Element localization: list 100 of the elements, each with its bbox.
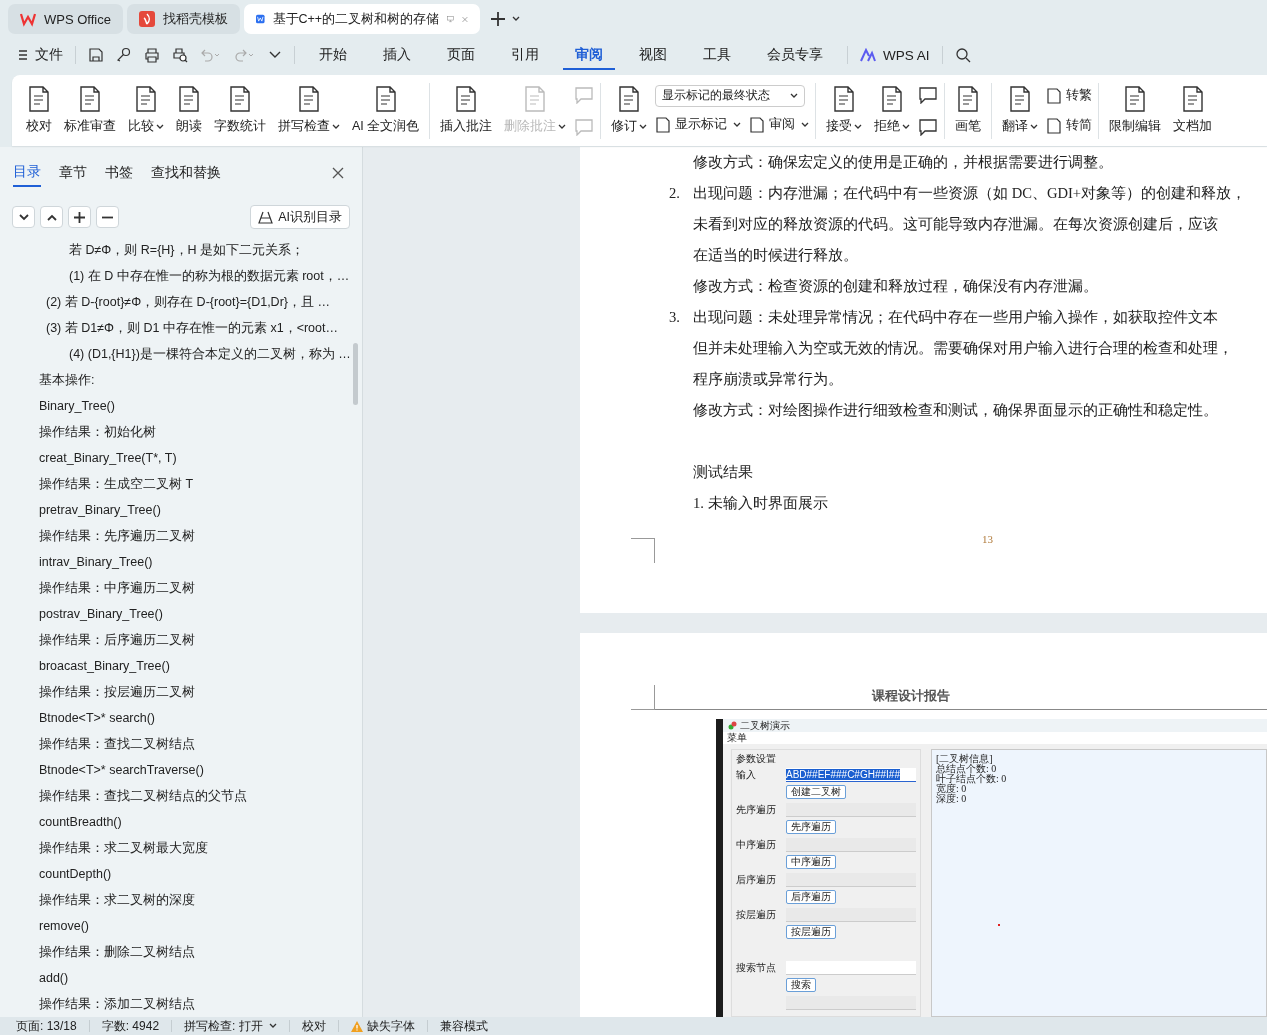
toc-item[interactable]: countDepth() xyxy=(0,861,362,887)
ribbon-button[interactable]: 标准审查 xyxy=(60,83,120,138)
ribbon-tab[interactable]: 视图 xyxy=(627,40,679,70)
expand-button[interactable] xyxy=(12,206,35,228)
search-button[interactable]: 搜索 xyxy=(786,978,816,993)
toc-item[interactable]: remove() xyxy=(0,913,362,939)
ribbon-button[interactable]: 拒绝 xyxy=(870,83,915,138)
ribbon-tab[interactable]: 引用 xyxy=(499,40,551,70)
page-icon xyxy=(832,86,857,112)
toc-item[interactable]: 操作结果：添加二叉树结点 xyxy=(0,991,362,1017)
info-text: 深度: 0 xyxy=(936,794,968,804)
print-icon[interactable] xyxy=(144,47,160,63)
ai-button[interactable]: WPS AI xyxy=(860,47,930,63)
toc-item[interactable]: 若 D≠Φ，则 R={H}，H 是如下二元关系； xyxy=(0,237,362,263)
ribbon-tab[interactable]: 工具 xyxy=(691,40,743,70)
ribbon-button[interactable]: 转繁 xyxy=(1046,83,1093,108)
traverse-button[interactable]: 按层遍历 xyxy=(786,925,836,940)
ribbon-button[interactable]: AI 全文润色 xyxy=(348,83,424,138)
info-text: 宽度: 0 xyxy=(936,784,967,794)
collapse-button[interactable] xyxy=(40,206,63,228)
ribbon-tab[interactable]: 开始 xyxy=(307,40,359,70)
toc-item[interactable]: 操作结果：后序遍历二叉树 xyxy=(0,627,362,653)
proofread-button[interactable]: 校对 xyxy=(301,1017,326,1035)
sidebar-tab[interactable]: 书签 xyxy=(105,160,133,186)
search-icon[interactable] xyxy=(954,47,971,63)
ribbon-button[interactable]: 接受 xyxy=(822,83,867,138)
ribbon-tab[interactable]: 审阅 xyxy=(563,40,615,70)
document-tab[interactable]: WPS Office xyxy=(8,4,123,34)
ribbon-button[interactable]: 文档加 xyxy=(1169,83,1217,138)
markup-dropdown[interactable]: 显示标记的最终状态 xyxy=(655,84,806,107)
input-field[interactable]: ABD##EF###C#GH##I## xyxy=(786,767,916,782)
toc-item[interactable]: Btnode<T>* search() xyxy=(0,705,362,731)
toc-item[interactable]: 操作结果：求二叉树的深度 xyxy=(0,887,362,913)
toc-item[interactable]: creat_Binary_Tree(T*, T) xyxy=(0,445,362,471)
key-icon[interactable] xyxy=(116,47,132,63)
sidebar-tab[interactable]: 查找和替换 xyxy=(151,160,221,186)
ribbon-button[interactable]: 修订 xyxy=(607,83,652,138)
ribbon-button[interactable]: 审阅 xyxy=(749,112,810,137)
ribbon-button[interactable]: 朗读 xyxy=(172,83,206,138)
toc-item[interactable]: 基本操作: xyxy=(0,367,362,393)
ribbon-tab[interactable]: 页面 xyxy=(435,40,487,70)
toc-item[interactable]: (4) (D1,{H1})是一棵符合本定义的二叉树，称为 … xyxy=(0,341,362,367)
sidebar-tab[interactable]: 章节 xyxy=(59,160,87,186)
body-text: 测试结果 xyxy=(693,463,754,482)
ai-toc-button[interactable]: AI识别目录 xyxy=(250,205,350,229)
toc-item[interactable]: 操作结果：初始化树 xyxy=(0,419,362,445)
toc-item[interactable]: Btnode<T>* searchTraverse() xyxy=(0,757,362,783)
remove-button[interactable] xyxy=(96,206,119,228)
file-menu[interactable]: 文件 xyxy=(18,46,63,64)
toc-item[interactable]: (2) 若 D-{root}≠Φ，则存在 D-{root}={D1,Dr}，且 … xyxy=(0,289,362,315)
ribbon-button[interactable]: 画笔 xyxy=(951,83,986,138)
sidebar-tab[interactable]: 目录 xyxy=(13,159,41,187)
document-tab[interactable]: 找稻壳模板 xyxy=(126,4,240,34)
toc-item[interactable]: 操作结果：中序遍历二叉树 xyxy=(0,575,362,601)
spell-check-button[interactable]: 拼写检查: 打开 xyxy=(184,1017,277,1035)
ribbon-button[interactable]: 校对 xyxy=(22,83,56,138)
missing-fonts-button[interactable]: 缺失字体 xyxy=(350,1017,415,1035)
close-icon[interactable] xyxy=(332,167,344,179)
body-text: 出现问题：内存泄漏；在代码中有一些资源（如 DC、GDI+对象等）的创建和释放， xyxy=(693,184,1248,203)
add-button[interactable] xyxy=(68,206,91,228)
traverse-button[interactable]: 先序遍历 xyxy=(786,820,836,835)
ribbon-button[interactable]: 转简 xyxy=(1046,113,1093,138)
toc-item[interactable]: postrav_Binary_Tree() xyxy=(0,601,362,627)
toc-item[interactable]: (1) 在 D 中存在惟一的称为根的数据元素 root，… xyxy=(0,263,362,289)
ribbon-button[interactable]: 插入批注 xyxy=(436,83,497,138)
print-preview-icon[interactable] xyxy=(172,47,188,63)
page-icon xyxy=(523,86,548,112)
document-tab[interactable]: 基于C++的二叉树和树的存储 xyxy=(243,4,480,34)
word-count[interactable]: 字数: 4942 xyxy=(101,1017,160,1035)
toc-item[interactable]: (3) 若 D1≠Φ，则 D1 中存在惟一的元素 x1，<root… xyxy=(0,315,362,341)
ribbon-button[interactable]: 显示标记 xyxy=(655,112,742,137)
toc-item[interactable]: 操作结果：求二叉树最大宽度 xyxy=(0,835,362,861)
toc-item[interactable]: broacast_Binary_Tree() xyxy=(0,653,362,679)
ribbon-tab[interactable]: 会员专享 xyxy=(755,40,835,70)
toc-item[interactable]: Binary_Tree() xyxy=(0,393,362,419)
ribbon-button[interactable]: 限制编辑 xyxy=(1105,83,1166,138)
chevron-down-icon[interactable] xyxy=(268,50,282,60)
traverse-button[interactable]: 后序遍历 xyxy=(786,890,836,905)
toc-item[interactable]: intrav_Binary_Tree() xyxy=(0,549,362,575)
ribbon-tab[interactable]: 插入 xyxy=(371,40,423,70)
traverse-button[interactable]: 中序遍历 xyxy=(786,855,836,870)
menu-item[interactable]: 菜单 xyxy=(727,731,747,745)
create-button[interactable]: 创建二叉树 xyxy=(786,785,846,800)
new-tab-icon[interactable] xyxy=(489,11,506,27)
toc-item[interactable]: countBreadth() xyxy=(0,809,362,835)
toc-item[interactable]: add() xyxy=(0,965,362,991)
toc-item[interactable]: 操作结果：删除二叉树结点 xyxy=(0,939,362,965)
scrollbar-thumb[interactable] xyxy=(353,343,358,405)
input-field[interactable] xyxy=(786,960,916,975)
toc-item[interactable]: 操作结果：先序遍历二叉树 xyxy=(0,523,362,549)
toc-item[interactable]: pretrav_Binary_Tree() xyxy=(0,497,362,523)
toc-item[interactable]: 操作结果：查找二叉树结点的父节点 xyxy=(0,783,362,809)
ribbon-button[interactable]: 比较 xyxy=(124,83,168,138)
toc-item[interactable]: 操作结果：按层遍历二叉树 xyxy=(0,679,362,705)
toc-item[interactable]: 操作结果：生成空二叉树 T xyxy=(0,471,362,497)
ribbon-button[interactable]: 翻译 xyxy=(998,83,1043,138)
toc-item[interactable]: 操作结果：查找二叉树结点 xyxy=(0,731,362,757)
ribbon-button[interactable]: 字数统计 xyxy=(210,83,270,138)
ribbon-button[interactable]: 拼写检查 xyxy=(274,83,344,138)
save-icon[interactable] xyxy=(88,47,104,63)
